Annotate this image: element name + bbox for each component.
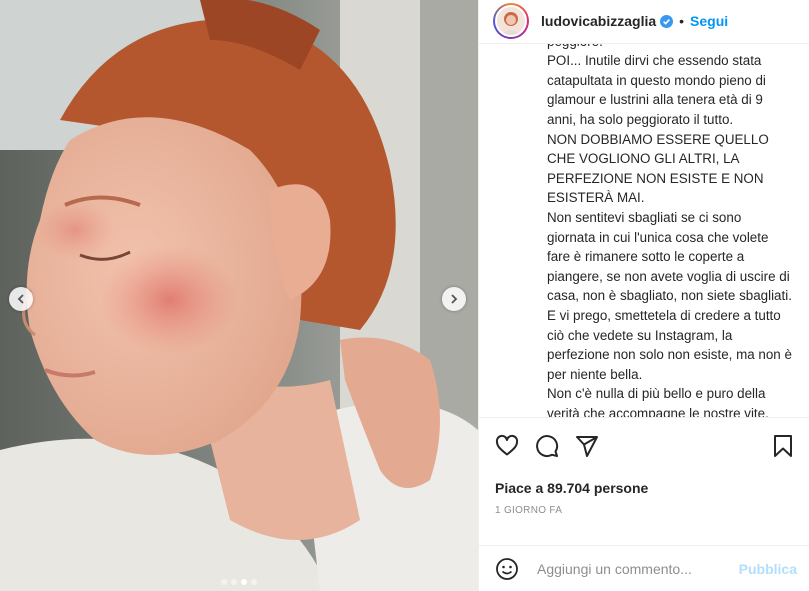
post-header: ludovicabizzaglia • Segui	[479, 0, 809, 44]
avatar[interactable]	[493, 3, 529, 40]
caption-area[interactable]: peggiore. POI... Inutile dirvi che essen…	[479, 44, 809, 417]
chevron-right-icon	[451, 294, 458, 304]
carousel-dots	[0, 579, 478, 585]
comment-icon[interactable]	[535, 434, 559, 458]
carousel-next-button[interactable]	[442, 287, 466, 311]
bookmark-icon[interactable]	[771, 434, 795, 458]
carousel-dot	[251, 579, 257, 585]
likes-count[interactable]: Piace a 89.704 persone	[495, 480, 795, 496]
carousel-dot	[231, 579, 237, 585]
verified-badge-icon	[660, 14, 674, 28]
heart-icon[interactable]	[495, 434, 519, 458]
photo-illustration	[0, 0, 478, 591]
comment-form: Pubblica	[479, 545, 809, 591]
username-link[interactable]: ludovicabizzaglia	[541, 13, 656, 29]
emoji-icon[interactable]	[495, 557, 519, 581]
instagram-post: ludovicabizzaglia • Segui peggiore. POI.…	[0, 0, 809, 591]
post-photo[interactable]	[0, 0, 478, 591]
caption-text: peggiore. POI... Inutile dirvi che essen…	[547, 44, 792, 417]
action-icons	[495, 430, 795, 462]
post-timestamp[interactable]: 1 GIORNO FA	[495, 505, 795, 516]
separator-dot: •	[679, 13, 685, 30]
publish-button[interactable]: Pubblica	[739, 561, 797, 577]
comment-input[interactable]	[535, 559, 739, 578]
post-sidebar: ludovicabizzaglia • Segui peggiore. POI.…	[478, 0, 809, 591]
chevron-left-icon	[17, 294, 24, 304]
carousel-dot	[221, 579, 227, 585]
follow-button[interactable]: Segui	[690, 13, 728, 29]
carousel-dot-active	[241, 579, 247, 585]
carousel-prev-button[interactable]	[9, 287, 33, 311]
share-icon[interactable]	[575, 434, 599, 458]
avatar-image	[495, 5, 527, 38]
post-actions: Piace a 89.704 persone 1 GIORNO FA	[479, 416, 809, 545]
